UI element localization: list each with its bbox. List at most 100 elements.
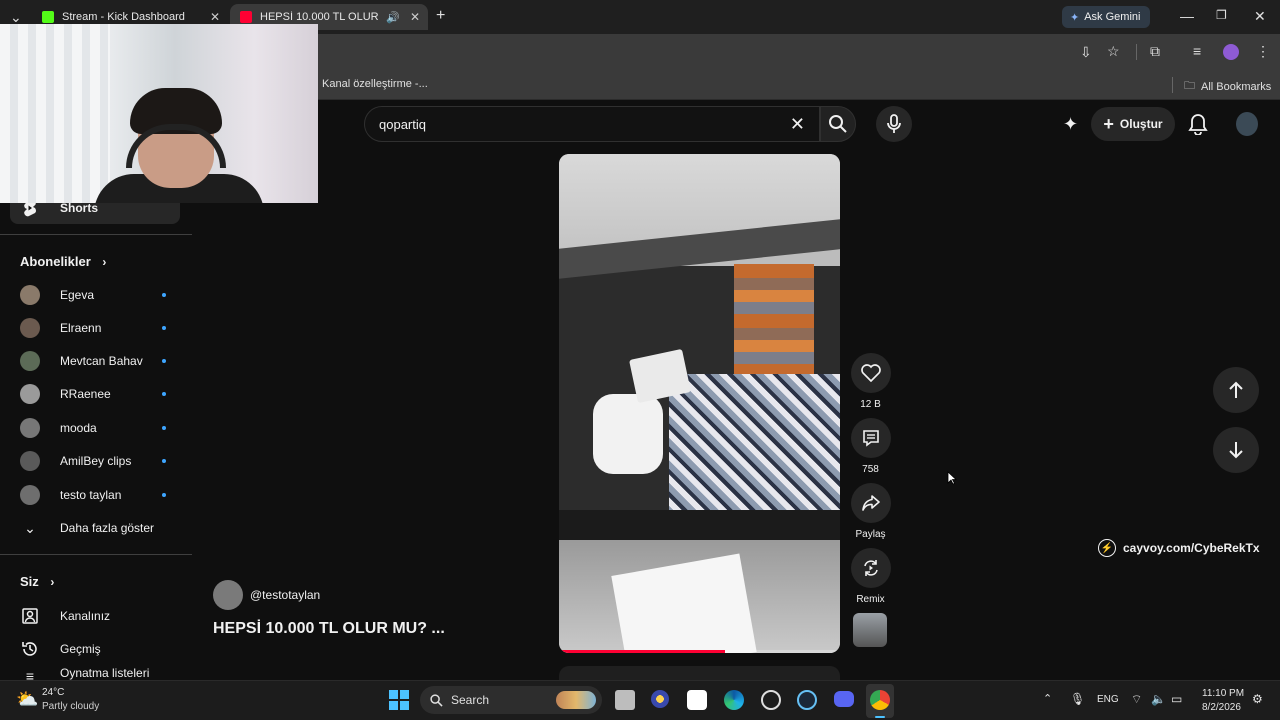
close-tab-icon[interactable]: ✕ [210, 10, 220, 24]
media-controls-icon[interactable]: ≡ [1193, 43, 1201, 59]
channel-avatar [20, 285, 40, 305]
close-window-button[interactable]: ✕ [1254, 8, 1266, 25]
install-app-icon[interactable]: ⇩ [1080, 44, 1092, 61]
bookmark-star-icon[interactable]: ☆ [1107, 43, 1120, 60]
remix-icon [863, 560, 878, 576]
chrome-taskbar-item[interactable] [866, 684, 894, 718]
like-button[interactable] [850, 353, 891, 393]
short-video-player[interactable] [559, 154, 840, 653]
new-content-dot [162, 426, 166, 430]
profile-avatar[interactable] [1223, 44, 1239, 60]
notification-center-icon[interactable]: ⚙ [1252, 692, 1263, 706]
edge-icon[interactable] [724, 690, 744, 710]
remix-action: Remix [850, 548, 891, 605]
clear-search-icon[interactable]: ✕ [790, 114, 805, 135]
comment-count: 758 [862, 464, 879, 475]
tray-overflow-icon[interactable]: ⌃ [1043, 692, 1052, 705]
sidebar-item-egeva[interactable]: Egeva [10, 279, 180, 311]
capcut-icon[interactable] [687, 690, 707, 710]
share-action: Paylaş [850, 483, 891, 540]
sidebar-item-history[interactable]: Geçmiş [10, 633, 180, 665]
new-content-dot [162, 326, 166, 330]
weather-sun-icon: ⛅ [16, 689, 39, 709]
sidebar-divider [0, 234, 192, 235]
bookmark-kanal-ozellestirme[interactable]: Kanal özelleştirme -... [322, 78, 428, 90]
battery-icon[interactable]: ▭ [1171, 692, 1182, 706]
language-indicator[interactable]: ENG [1097, 694, 1119, 705]
all-bookmarks-button[interactable]: 🗀 All Bookmarks [1184, 77, 1271, 96]
volume-icon[interactable]: 🔈 [1151, 692, 1166, 706]
sidebar-item-amilbey-clips[interactable]: AmilBey clips [10, 445, 180, 477]
sidebar-item-rraenee[interactable]: RRaenee [10, 378, 180, 410]
previous-short-button[interactable] [1213, 367, 1259, 413]
video-progress-fill [559, 650, 725, 653]
channel-avatar [20, 418, 40, 438]
sidebar-divider [0, 554, 192, 555]
video-scene-window-sill [559, 510, 840, 540]
app-icon-1[interactable] [651, 690, 669, 708]
search-button[interactable] [820, 106, 856, 142]
create-button[interactable]: + Oluştur [1091, 107, 1175, 141]
sound-thumbnail[interactable] [853, 613, 887, 647]
video-scene-bag [593, 394, 663, 474]
taskbar-search-box[interactable]: Search [420, 686, 602, 714]
new-content-dot [162, 293, 166, 297]
voice-search-button[interactable] [876, 106, 912, 142]
chevron-down-icon: ⌄ [24, 519, 36, 536]
audio-playing-icon[interactable]: 🔊 [386, 11, 400, 24]
share-arrow-icon [861, 495, 880, 511]
plus-icon: + [1103, 113, 1114, 134]
account-avatar[interactable] [1236, 112, 1258, 136]
sidebar-item-playlists[interactable]: ≡ Oynatma listeleri [10, 666, 180, 680]
sidebar-item-elraenn[interactable]: Elraenn [10, 312, 180, 344]
wifi-icon[interactable]: ⌔ [1131, 692, 1142, 707]
new-tab-button[interactable]: + [436, 7, 445, 25]
weather-temperature[interactable]: 24°C [42, 687, 64, 698]
remix-label: Remix [856, 594, 885, 605]
gemini-sparkle-icon: ✦ [1070, 11, 1080, 24]
comment-button[interactable] [850, 418, 891, 458]
gemini-explore-icon[interactable]: ✦ [1063, 114, 1078, 135]
comment-action: 758 [850, 418, 891, 475]
chevron-right-icon: › [102, 255, 107, 269]
sidebar-item-mevtcan-bahav[interactable]: Mevtcan Bahav [10, 345, 180, 377]
search-input[interactable]: qopartiq ✕ [364, 106, 820, 142]
minimize-button[interactable]: — [1180, 8, 1194, 24]
next-short-button[interactable] [1213, 427, 1259, 473]
chevron-right-icon: › [50, 575, 55, 589]
menu-kebab-icon[interactable]: ⋮ [1256, 43, 1270, 60]
notifications-bell-icon[interactable] [1188, 113, 1208, 140]
arrow-down-icon [1229, 442, 1243, 459]
webcam-curtain [0, 24, 110, 203]
history-icon [20, 639, 40, 659]
close-tab-icon[interactable]: ✕ [410, 10, 420, 24]
app-icon-2[interactable] [761, 690, 781, 710]
windows-start-icon[interactable] [389, 690, 409, 710]
extensions-icon[interactable]: ⧉ [1150, 43, 1160, 60]
lightning-icon: ⚡ [1098, 539, 1116, 557]
you-header[interactable]: Siz › [20, 574, 54, 589]
weather-description[interactable]: Partly cloudy [42, 701, 99, 712]
channel-handle[interactable]: @testotaylan [250, 588, 320, 602]
remix-button[interactable] [850, 548, 891, 588]
task-view-icon[interactable] [615, 690, 635, 710]
next-short-preview [559, 666, 840, 680]
channel-avatar[interactable] [213, 580, 243, 610]
arrow-up-icon [1229, 381, 1243, 398]
channel-avatar [20, 384, 40, 404]
sidebar-item-testo-taylan[interactable]: testo taylan [10, 479, 180, 511]
clock-time[interactable]: 11:10 PM [1202, 688, 1244, 699]
short-title[interactable]: HEPSİ 10.000 TL OLUR MU? ... [213, 620, 445, 638]
restore-button[interactable]: ❐ [1216, 8, 1227, 22]
sidebar-item-mooda[interactable]: mooda [10, 412, 180, 444]
discord-icon[interactable] [834, 691, 854, 707]
steam-icon[interactable] [797, 690, 817, 710]
sidebar-item-your-channel[interactable]: Kanalınız [10, 600, 180, 632]
clock-date[interactable]: 8/2/2026 [1202, 702, 1241, 713]
subscriptions-header[interactable]: Abonelikler › [20, 254, 106, 269]
show-more-button[interactable]: ⌄ Daha fazla göster [10, 512, 180, 544]
like-action: 12 B [850, 353, 891, 410]
tray-microphone-icon[interactable]: 🎙 [1070, 692, 1085, 706]
share-button[interactable] [850, 483, 891, 523]
ask-gemini-button[interactable]: ✦ Ask Gemini [1062, 6, 1150, 28]
